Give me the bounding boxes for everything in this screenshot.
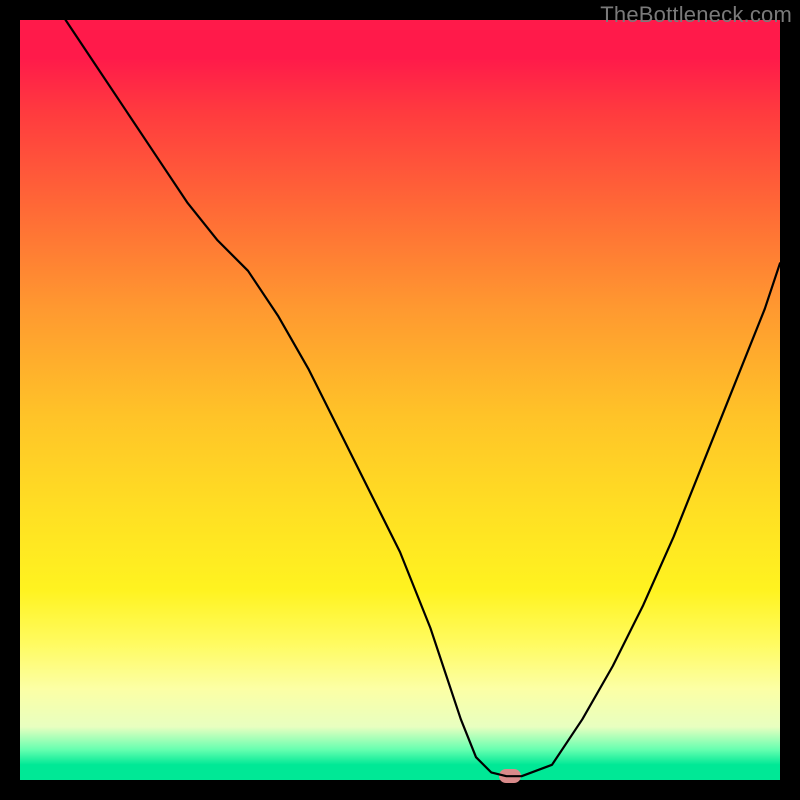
chart-curve xyxy=(20,20,780,780)
curve-path xyxy=(66,20,780,776)
watermark-text: TheBottleneck.com xyxy=(600,2,792,28)
chart-frame: TheBottleneck.com xyxy=(0,0,800,800)
bottleneck-marker xyxy=(499,769,521,783)
chart-plot-area xyxy=(20,20,780,780)
